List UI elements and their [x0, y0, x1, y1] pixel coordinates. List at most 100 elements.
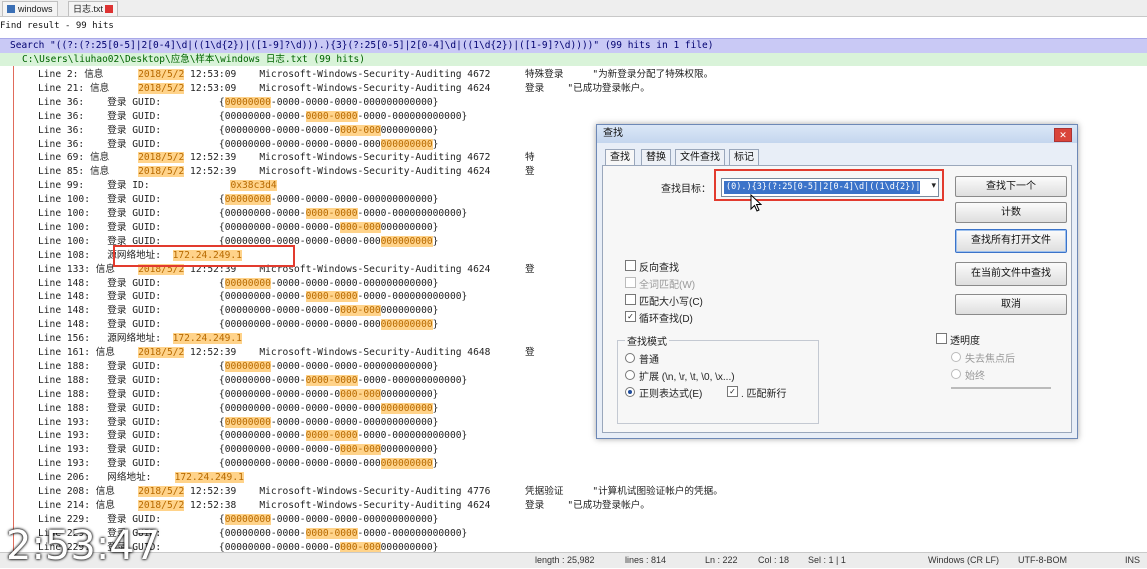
- result-row[interactable]: Line 148: 登录 GUID: {00000000-0000-0000-0…: [38, 277, 438, 291]
- match-highlight: 00000000: [224, 513, 271, 525]
- result-text: 12:53:09 Microsoft-Windows-Security-Audi…: [184, 82, 650, 94]
- result-row[interactable]: Line 193: 登录 GUID: {00000000-0000-0000-0…: [38, 416, 438, 430]
- result-row[interactable]: Line 148: 登录 GUID: {00000000-0000-0000-0…: [38, 304, 438, 318]
- result-row[interactable]: Line 100: 登录 GUID: {00000000-0000-0000-0…: [38, 193, 438, 207]
- result-row[interactable]: Line 36: 登录 GUID: {00000000-0000-0000-00…: [38, 110, 467, 124]
- result-text: Line 100: 登录 GUID: {00000000-0000-: [38, 208, 306, 219]
- search-header[interactable]: Search "((?:(?:25[0-5]|2[0-4]\d|((1\d{2}…: [0, 38, 1147, 54]
- tab-windows[interactable]: windows: [2, 1, 58, 16]
- result-text: 000000000}: [380, 305, 439, 317]
- match-highlight: 0000-0000: [305, 208, 358, 219]
- match-highlight: 000-000: [340, 305, 381, 317]
- match-case-checkbox[interactable]: [625, 294, 636, 305]
- result-row[interactable]: Line 36: 登录 GUID: {00000000-0000-0000-00…: [38, 124, 438, 138]
- result-row[interactable]: Line 188: 登录 GUID: {00000000-0000-0000-0…: [38, 402, 438, 416]
- result-text: Line 193: 登录 GUID: {: [38, 416, 225, 428]
- result-row[interactable]: Line 188: 登录 GUID: {00000000-0000-0000-0…: [38, 388, 438, 402]
- result-text: Line 36: 登录 GUID: {00000000-0000-0000-0: [38, 124, 341, 136]
- match-highlight: 172.24.249.1: [172, 333, 242, 345]
- result-text: Line 85: 信息: [38, 166, 139, 178]
- result-text: -0000-0000-0000-000000000000}: [270, 416, 439, 428]
- result-row[interactable]: Line 161: 信息 2018/5/2 12:52:39 Microsoft…: [38, 346, 535, 360]
- close-tab-icon[interactable]: [105, 5, 114, 13]
- result-row[interactable]: Line 36: 登录 GUID: {00000000-0000-0000-00…: [38, 138, 438, 152]
- result-text: Line 69: 信息: [38, 152, 139, 164]
- result-row[interactable]: Line 69: 信息 2018/5/2 12:52:39 Microsoft-…: [38, 151, 535, 165]
- result-row[interactable]: Line 188: 登录 GUID: {00000000-0000-0000-0…: [38, 360, 438, 374]
- backward-label: 反向查找: [639, 263, 679, 274]
- always-radio[interactable]: [951, 369, 961, 379]
- dot-newline-checkbox[interactable]: ✓: [727, 386, 738, 397]
- result-row[interactable]: Line 208: 信息 2018/5/2 12:52:39 Microsoft…: [38, 485, 723, 499]
- result-text: 12:52:39 Microsoft-Windows-Security-Audi…: [184, 486, 723, 497]
- result-row[interactable]: Line 206: 网络地址: 172.24.249.1: [38, 471, 244, 485]
- result-row[interactable]: Line 193: 登录 GUID: {00000000-0000-0000-0…: [38, 443, 438, 457]
- mode-normal-label: 普通: [639, 355, 659, 366]
- tab-label: windows: [18, 4, 53, 14]
- match-highlight: 00000000: [224, 194, 271, 206]
- status-line-number: Ln : 222: [705, 555, 738, 565]
- tab-log-file[interactable]: 日志.txt: [68, 1, 119, 16]
- result-text: Line 188: 登录 GUID: {00000000-0000-0000-0: [38, 388, 341, 400]
- file-header-text: C:\Users\liuhao02\Desktop\应急\样本\windows …: [22, 54, 365, 65]
- result-text: Line 21: 信息: [38, 82, 139, 94]
- result-text: -0000-0000-0000-000000000000}: [270, 194, 439, 206]
- result-text: -0000-000000000000}: [357, 110, 468, 122]
- result-row[interactable]: Line 156: 源网络地址: 172.24.249.1: [38, 332, 242, 346]
- result-text: Line 214: 信息: [38, 499, 139, 511]
- tab-label: 日志.txt: [73, 4, 104, 14]
- on-lose-focus-radio[interactable]: [951, 352, 961, 362]
- result-row[interactable]: Line 148: 登录 GUID: {00000000-0000-0000-0…: [38, 290, 467, 304]
- result-row[interactable]: Line 21: 信息 2018/5/2 12:53:09 Microsoft-…: [38, 82, 650, 96]
- result-text: 12:52:38 Microsoft-Windows-Security-Audi…: [184, 499, 650, 511]
- cancel-button[interactable]: 取消: [955, 294, 1067, 315]
- find-all-open-button[interactable]: 查找所有打开文件: [955, 229, 1067, 253]
- transparency-checkbox[interactable]: [936, 333, 947, 344]
- match-highlight: 000-000: [340, 124, 381, 136]
- result-text: -0000-0000-0000-000000000000}: [270, 96, 439, 108]
- result-row[interactable]: Line 99: 登录 ID: 0x38c3d4: [38, 179, 277, 193]
- status-insert-mode: INS: [1125, 555, 1141, 565]
- close-icon[interactable]: ✕: [1054, 128, 1072, 142]
- result-text: 000000000}: [380, 124, 439, 136]
- result-text: }: [432, 458, 439, 470]
- tab-bar: windows 日志.txt: [0, 0, 1147, 17]
- match-highlight: 0x38c3d4: [230, 180, 277, 192]
- tab-replace[interactable]: 替换: [641, 149, 671, 166]
- result-row[interactable]: Line 36: 登录 GUID: {00000000-0000-0000-00…: [38, 96, 438, 110]
- result-text: Line 206: 网络地址:: [38, 472, 175, 484]
- result-text: -0000-000000000000}: [357, 527, 468, 539]
- find-next-button[interactable]: 查找下一个: [955, 176, 1067, 197]
- match-case-label: 匹配大小写(C): [639, 297, 703, 308]
- tab-find-in-files[interactable]: 文件查找: [675, 149, 725, 166]
- result-row[interactable]: Line 85: 信息 2018/5/2 12:52:39 Microsoft-…: [38, 165, 535, 179]
- mode-regex-radio[interactable]: [625, 387, 635, 397]
- file-header[interactable]: C:\Users\liuhao02\Desktop\应急\样本\windows …: [0, 53, 1147, 66]
- result-row[interactable]: Line 100: 登录 GUID: {00000000-0000-0000-0…: [38, 207, 467, 221]
- mode-extended-radio[interactable]: [625, 370, 635, 380]
- result-row[interactable]: Line 193: 登录 GUID: {00000000-0000-0000-0…: [38, 429, 467, 443]
- result-text: Line 148: 登录 GUID: {00000000-0000-: [38, 291, 306, 303]
- match-highlight: 0000-0000: [305, 291, 358, 303]
- result-row[interactable]: Line 214: 信息 2018/5/2 12:52:38 Microsoft…: [38, 499, 650, 513]
- wrap-checkbox[interactable]: ✓: [625, 311, 636, 322]
- result-row[interactable]: Line 2: 信息 2018/5/2 12:53:09 Microsoft-W…: [38, 68, 713, 82]
- result-text: Line 148: 登录 GUID: {: [38, 277, 225, 289]
- backward-checkbox[interactable]: [625, 260, 636, 271]
- result-row[interactable]: Line 100: 登录 GUID: {00000000-0000-0000-0…: [38, 221, 438, 235]
- tab-mark[interactable]: 标记: [729, 149, 759, 166]
- count-button[interactable]: 计数: [955, 202, 1067, 223]
- result-text: 000000000}: [380, 221, 439, 233]
- result-row[interactable]: Line 148: 登录 GUID: {00000000-0000-0000-0…: [38, 318, 438, 332]
- result-row[interactable]: Line 193: 登录 GUID: {00000000-0000-0000-0…: [38, 457, 438, 471]
- find-all-current-button[interactable]: 在当前文件中查找: [955, 262, 1067, 286]
- whole-word-checkbox[interactable]: [625, 277, 636, 288]
- mode-normal-radio[interactable]: [625, 353, 635, 363]
- mode-regex-label: 正则表达式(E): [639, 389, 703, 400]
- transparency-slider[interactable]: [951, 387, 1051, 389]
- transparency-title: 透明度: [950, 336, 980, 347]
- result-text: Line 188: 登录 GUID: {00000000-0000-: [38, 374, 306, 386]
- match-highlight: 2018/5/2: [138, 347, 185, 358]
- result-row[interactable]: Line 188: 登录 GUID: {00000000-0000-0000-0…: [38, 374, 467, 388]
- match-highlight: 000000000: [380, 138, 433, 150]
